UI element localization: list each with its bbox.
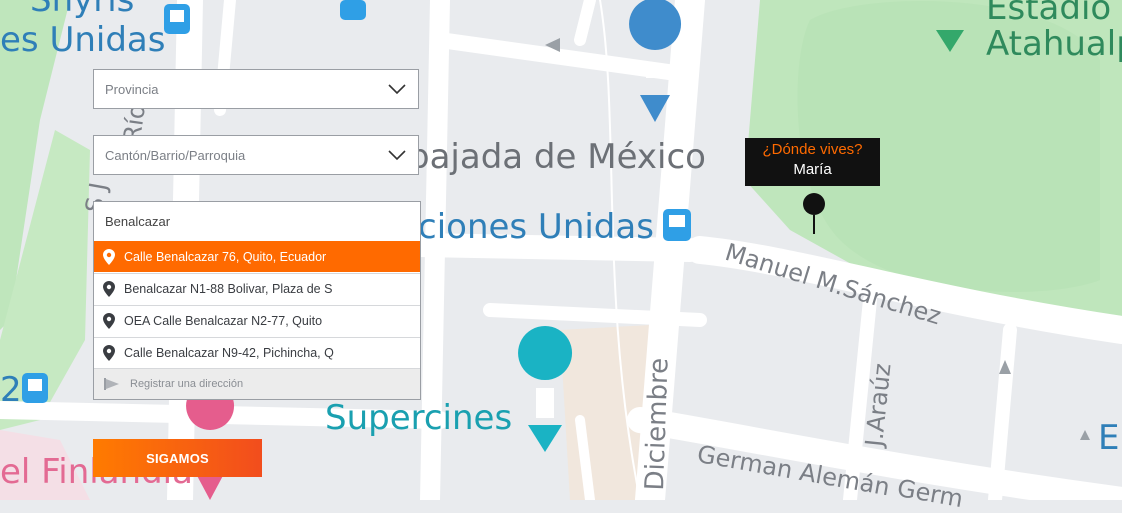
chevron-down-icon <box>388 84 406 95</box>
suggestion-text: Calle Benalcazar 76, Quito, Ecuador <box>124 249 327 264</box>
location-pin-icon <box>94 345 124 361</box>
sigamos-button[interactable]: SIGAMOS <box>93 439 262 477</box>
suggestion-text: OEA Calle Benalcazar N2-77, Quito <box>124 314 323 328</box>
chevron-down-icon <box>388 150 406 161</box>
address-search-input[interactable] <box>94 202 420 240</box>
map-label-supercines: Supercines <box>325 398 513 438</box>
suggestion-item[interactable]: Benalcazar N1-88 Bolivar, Plaza de S <box>94 273 420 304</box>
location-pin-icon <box>94 248 124 265</box>
map-label-diciembre: Diciembre <box>640 357 675 492</box>
address-autocomplete: Calle Benalcazar 76, Quito, Ecuador Bena… <box>93 201 421 400</box>
tooltip-question: ¿Dónde vives? <box>762 141 863 158</box>
canton-placeholder: Cantón/Barrio/Parroquia <box>105 148 246 163</box>
map-label-embajada-mexico: bajada de México <box>408 137 706 177</box>
location-pin-icon <box>94 313 124 329</box>
suggestion-text: Benalcazar N1-88 Bolivar, Plaza de S <box>124 282 333 296</box>
map-pin-icon[interactable] <box>801 188 827 234</box>
canton-select[interactable]: Cantón/Barrio/Parroquia <box>93 135 419 175</box>
tooltip-name: María <box>793 161 832 178</box>
map-label-two: 2 <box>0 370 22 410</box>
provincia-select[interactable]: Provincia <box>93 69 419 109</box>
map-label-atahualpa: Atahualp <box>986 24 1122 64</box>
map-label-naciones-unidas: ciones Unidas <box>418 207 654 247</box>
suggestion-item[interactable]: Calle Benalcazar 76, Quito, Ecuador <box>94 241 420 272</box>
register-address-item[interactable]: Registrar una dirección <box>94 368 420 399</box>
location-pin-icon <box>94 281 124 297</box>
flag-icon <box>94 378 130 390</box>
map-label-shyris: Shyris <box>30 0 135 20</box>
suggestion-item[interactable]: OEA Calle Benalcazar N2-77, Quito <box>94 305 420 336</box>
map-label-e: E <box>1098 418 1120 458</box>
map-label-unidas: es Unidas <box>0 20 166 60</box>
register-address-label: Registrar una dirección <box>130 378 244 390</box>
suggestion-item[interactable]: Calle Benalcazar N9-42, Pichincha, Q <box>94 337 420 368</box>
location-tooltip: ¿Dónde vives? María <box>745 138 880 186</box>
provincia-placeholder: Provincia <box>105 82 159 97</box>
suggestion-text: Calle Benalcazar N9-42, Pichincha, Q <box>124 346 334 360</box>
